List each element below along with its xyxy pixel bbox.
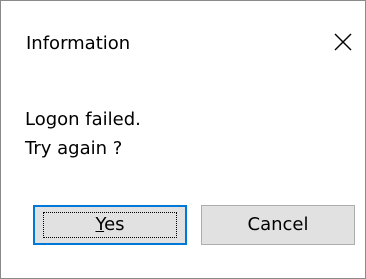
dialog-title: Information — [26, 33, 131, 54]
title-bar: Information — [1, 1, 365, 53]
dialog-window: Information Logon failed. Try again ? Ye… — [0, 0, 366, 279]
message-line-1: Logon failed. — [25, 109, 141, 130]
close-icon — [334, 33, 352, 51]
focus-rectangle — [43, 212, 177, 238]
cancel-button-label: Cancel — [247, 214, 309, 235]
yes-button[interactable]: Yes — [33, 205, 187, 245]
message-line-2: Try again ? — [25, 138, 123, 159]
cancel-button[interactable]: Cancel — [201, 205, 355, 245]
close-button[interactable] — [325, 27, 359, 57]
